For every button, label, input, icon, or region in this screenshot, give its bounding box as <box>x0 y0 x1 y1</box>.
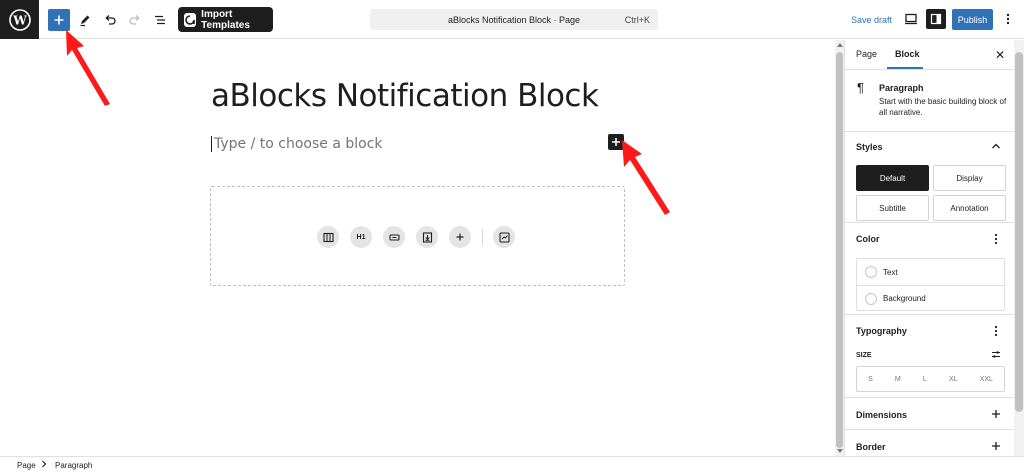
document-title: aBlocks Notification Block · Page <box>447 15 581 25</box>
plus-icon[interactable] <box>991 441 1001 451</box>
wordpress-logo[interactable]: W <box>0 0 39 39</box>
sidebar-scrollbar[interactable] <box>1014 40 1024 456</box>
paragraph-icon: ¶ <box>857 80 864 95</box>
style-annotation-button[interactable]: Annotation <box>933 195 1006 221</box>
custom-size-icon[interactable] <box>991 350 1001 359</box>
plus-icon[interactable] <box>449 226 471 248</box>
more-vertical-icon[interactable] <box>994 233 998 245</box>
sidebar-scrollbar-thumb[interactable] <box>1015 52 1023 412</box>
icon-divider <box>482 229 483 245</box>
typography-panel: Typography SIZE S M L XL XXL <box>845 315 1014 398</box>
scroll-up-icon[interactable] <box>837 43 843 47</box>
options-button[interactable] <box>1000 10 1016 28</box>
scroll-down-icon[interactable] <box>837 449 843 453</box>
size-label: SIZE <box>856 352 872 359</box>
style-display-button[interactable]: Display <box>933 165 1006 191</box>
import-templates-button[interactable]: Import Templates <box>178 7 273 32</box>
wordpress-icon: W <box>8 8 31 31</box>
breadcrumb: Page Paragraph <box>0 456 1024 473</box>
post-title[interactable]: aBlocks Notification Block <box>211 78 599 114</box>
editor-toolbar: W Import Templates aBlocks Notification … <box>0 0 1024 39</box>
color-swatch-icon <box>865 266 877 278</box>
chevron-up-icon[interactable] <box>991 142 1001 150</box>
editor-canvas[interactable]: aBlocks Notification Block Type / to cho… <box>0 40 835 456</box>
color-panel: Color Text Background <box>845 223 1014 315</box>
redo-icon <box>129 15 140 25</box>
dimensions-panel: Dimensions <box>845 398 1014 430</box>
scrollbar-thumb[interactable] <box>836 52 843 448</box>
close-icon[interactable]: ✕ <box>995 48 1005 62</box>
size-option-xl[interactable]: XL <box>949 376 958 383</box>
download-icon[interactable] <box>416 226 438 248</box>
save-draft-button[interactable]: Save draft <box>851 15 892 25</box>
style-default-button[interactable]: Default <box>856 165 929 191</box>
size-option-m[interactable]: M <box>895 376 901 383</box>
block-card: ¶ Paragraph Start with the basic buildin… <box>845 70 1014 132</box>
settings-sidebar: Page Block ✕ ¶ Paragraph Start with the … <box>844 40 1014 456</box>
heading-icon[interactable]: H1 <box>350 226 372 248</box>
redo-button[interactable] <box>124 9 146 31</box>
styles-panel-title[interactable]: Styles <box>856 142 883 152</box>
desktop-view-icon <box>905 13 917 25</box>
sidebar-icon <box>930 13 942 25</box>
more-vertical-icon <box>1006 13 1010 25</box>
pen-icon <box>80 15 90 27</box>
styles-panel: Styles Default Display Subtitle Annotati… <box>845 132 1014 223</box>
color-item-label: Background <box>883 294 926 303</box>
plus-icon[interactable] <box>991 409 1001 419</box>
block-name: Paragraph <box>879 83 924 93</box>
ablocks-logo-icon <box>184 12 197 27</box>
svg-text:W: W <box>12 13 27 27</box>
command-shortcut: Ctrl+K <box>624 15 650 25</box>
border-panel-title: Border <box>856 442 886 452</box>
paragraph-placeholder[interactable]: Type / to choose a block <box>214 136 383 152</box>
view-button[interactable] <box>902 10 920 28</box>
plus-icon <box>54 15 64 25</box>
annotation-arrow-block-add <box>622 140 670 215</box>
typography-panel-title: Typography <box>856 326 907 336</box>
breadcrumb-page[interactable]: Page <box>17 461 36 470</box>
breadcrumb-paragraph[interactable]: Paragraph <box>55 461 92 470</box>
list-view-icon <box>155 15 165 25</box>
color-swatch-icon <box>865 292 877 305</box>
button-icon[interactable] <box>383 226 405 248</box>
text-caret <box>211 136 212 152</box>
tab-page[interactable]: Page <box>856 49 877 59</box>
undo-icon <box>105 15 116 25</box>
color-panel-title: Color <box>856 234 880 244</box>
list-view-button[interactable] <box>149 9 171 31</box>
block-description: Start with the basic building block of a… <box>879 97 1007 117</box>
document-bar[interactable]: aBlocks Notification Block · Page Ctrl+K <box>370 9 658 30</box>
tab-block[interactable]: Block <box>895 49 920 59</box>
active-tab-indicator <box>887 67 923 69</box>
annotation-arrow-inserter <box>66 30 110 106</box>
border-panel: Border <box>845 430 1014 456</box>
size-option-xxl[interactable]: XXL <box>980 376 993 383</box>
size-option-s[interactable]: S <box>868 376 873 383</box>
settings-toggle-button[interactable] <box>926 9 946 29</box>
sidebar-tabs: Page Block ✕ <box>845 40 1014 70</box>
chart-icon[interactable] <box>493 226 515 248</box>
publish-button[interactable]: Publish <box>952 9 993 30</box>
more-vertical-icon[interactable] <box>994 325 998 337</box>
ablocks-icon-row: H1 <box>317 226 526 248</box>
size-option-l[interactable]: L <box>923 376 927 383</box>
columns-icon[interactable] <box>317 226 339 248</box>
chevron-right-icon <box>42 460 47 468</box>
dimensions-panel-title: Dimensions <box>856 410 908 420</box>
color-item-label: Text <box>883 267 898 277</box>
canvas-scrollbar[interactable] <box>835 40 844 456</box>
ablocks-notification-block[interactable]: H1 <box>210 186 625 286</box>
font-size-picker: S M L XL XXL <box>856 366 1005 392</box>
color-list: Text Background <box>856 258 1005 311</box>
color-item-background[interactable]: Background <box>857 285 1004 311</box>
block-editor: W Import Templates aBlocks Notification … <box>0 0 1024 473</box>
color-item-text[interactable]: Text <box>857 259 1004 285</box>
style-subtitle-button[interactable]: Subtitle <box>856 195 929 221</box>
import-templates-label: Import Templates <box>201 8 250 31</box>
